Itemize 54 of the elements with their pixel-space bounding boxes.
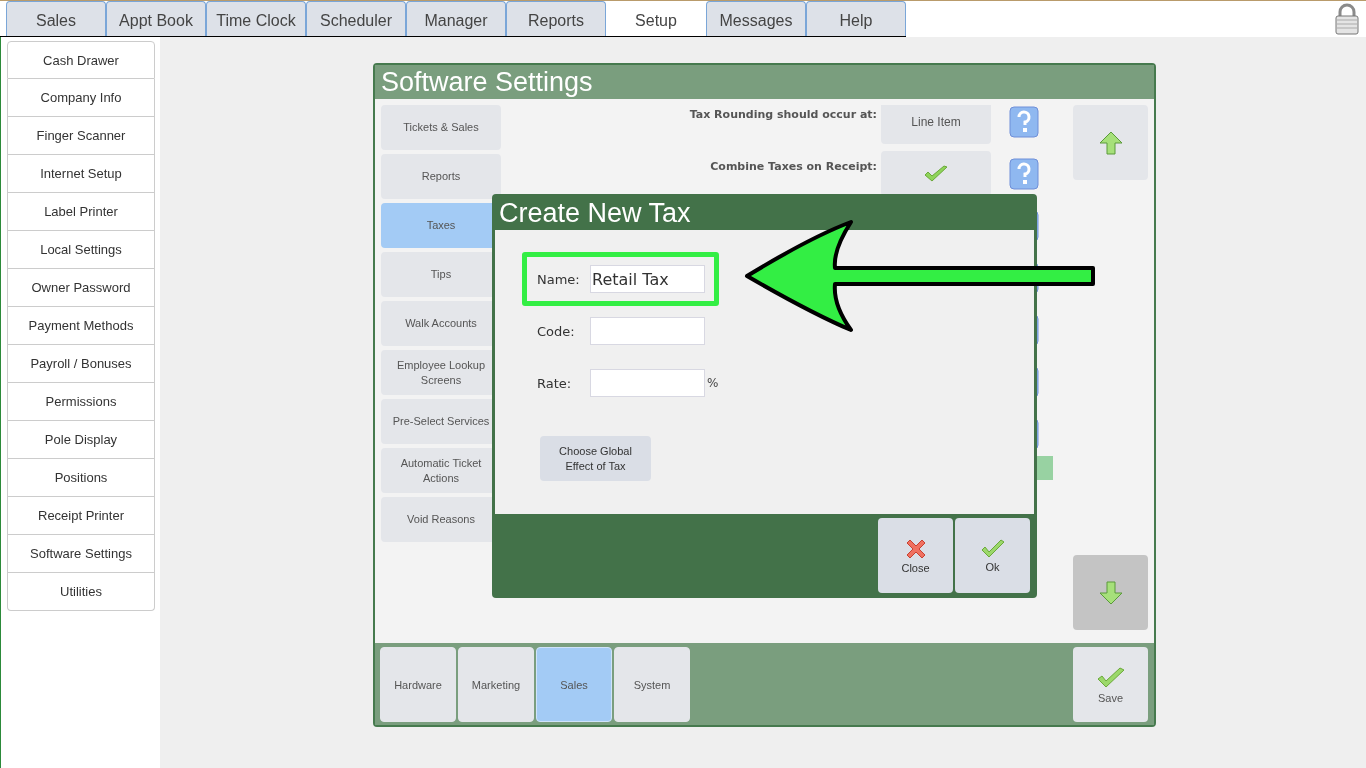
choice-button[interactable]: Line Item	[881, 105, 991, 144]
input-field[interactable]	[590, 317, 705, 345]
sidebar-item[interactable]: Local Settings	[7, 231, 155, 269]
sidebar-item[interactable]: Software Settings	[7, 535, 155, 573]
nav-tab[interactable]: Scheduler	[306, 1, 406, 36]
sidebar-item[interactable]: Positions	[7, 459, 155, 497]
setting-label: Combine Taxes on Receipt:	[710, 160, 877, 173]
up-arrow-icon	[1097, 129, 1124, 156]
help-icon[interactable]	[1009, 105, 1039, 138]
global-effect-button[interactable]: Choose Global Effect of Tax	[540, 436, 651, 481]
sidebar-item[interactable]: Finger Scanner	[7, 117, 155, 155]
input-field[interactable]: Retail Tax	[590, 265, 705, 293]
sidebar-item[interactable]: Payment Methods	[7, 307, 155, 345]
checkmark-icon	[1095, 665, 1126, 690]
section-tab[interactable]: System	[614, 647, 690, 722]
down-arrow-icon	[1097, 579, 1124, 606]
sidebar-item[interactable]: Receipt Printer	[7, 497, 155, 535]
close-button[interactable]: Close	[878, 518, 953, 593]
panel-title: Software Settings	[375, 65, 1154, 99]
nav-tab[interactable]: Reports	[506, 1, 606, 36]
section-tab[interactable]: Marketing	[458, 647, 534, 722]
section-tab[interactable]: Sales	[536, 647, 612, 722]
setting-label: Tax Rounding should occur at:	[689, 108, 877, 121]
field-label: Code:	[537, 323, 576, 339]
nav-tab[interactable]: Appt Book	[106, 1, 206, 36]
dialog-title: Create New Tax	[498, 197, 692, 230]
checkmark-icon	[979, 538, 1006, 560]
sidebar-item[interactable]: Utilities	[7, 573, 155, 611]
category-button[interactable]: Reports	[381, 154, 501, 199]
checkmark-icon	[923, 163, 949, 184]
sidebar-item[interactable]: Pole Display	[7, 421, 155, 459]
padlock-icon[interactable]	[1334, 3, 1360, 35]
sidebar-item[interactable]: Company Info	[7, 79, 155, 117]
field-label: Name:	[537, 271, 581, 287]
ok-button[interactable]: Ok	[955, 518, 1030, 593]
sidebar-item[interactable]: Payroll / Bonuses	[7, 345, 155, 383]
nav-tab[interactable]: Help	[806, 1, 906, 36]
help-icon[interactable]	[1009, 157, 1039, 190]
nav-tab[interactable]: Sales	[6, 1, 106, 36]
sidebar-item[interactable]: Label Printer	[7, 193, 155, 231]
section-tab[interactable]: Hardware	[380, 647, 456, 722]
nav-tab[interactable]: Messages	[706, 1, 806, 36]
input-field[interactable]	[590, 369, 705, 397]
field-label: Rate:	[537, 375, 573, 391]
save-button[interactable]: Save	[1073, 647, 1148, 722]
sidebar-item[interactable]: Permissions	[7, 383, 155, 421]
sidebar-item[interactable]: Cash Drawer	[7, 41, 155, 79]
percent-sign: %	[707, 376, 719, 390]
sidebar-item[interactable]: Internet Setup	[7, 155, 155, 193]
sidebar-item[interactable]: Owner Password	[7, 269, 155, 307]
category-button[interactable]: Tickets & Sales	[381, 105, 501, 150]
toggle-button[interactable]	[881, 151, 991, 196]
nav-tab[interactable]: Time Clock	[206, 1, 306, 36]
nav-tab[interactable]: Manager	[406, 1, 506, 36]
